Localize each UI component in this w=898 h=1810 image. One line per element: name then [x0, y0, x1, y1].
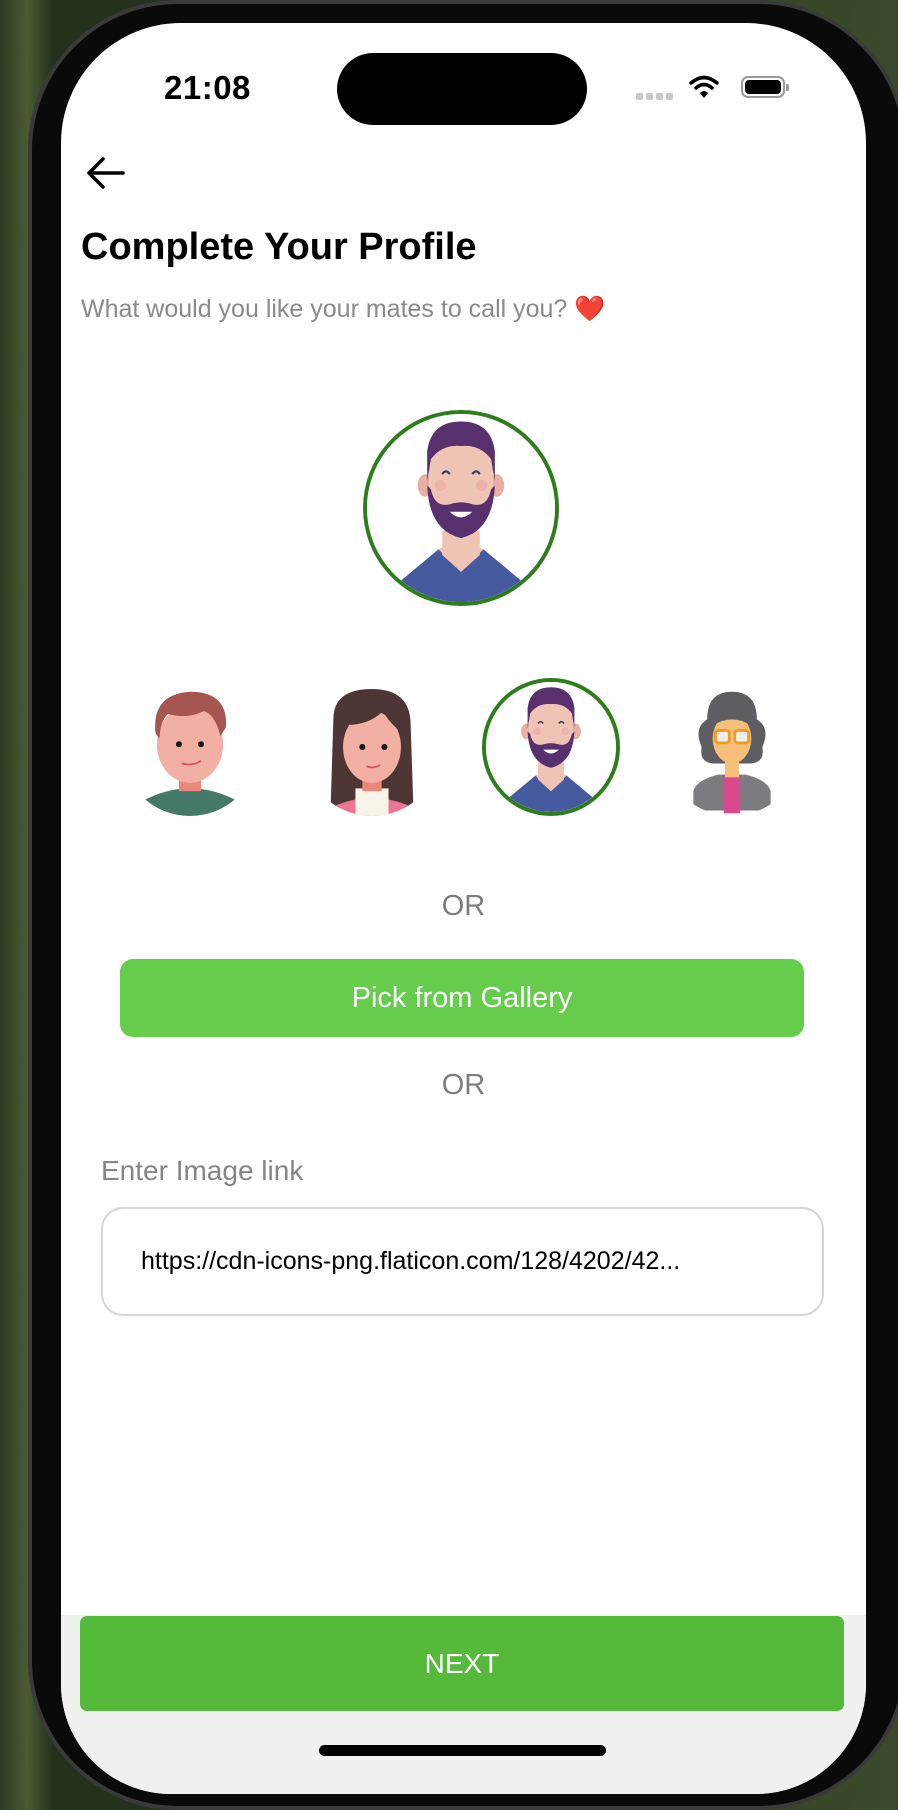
- battery-icon: [741, 76, 789, 98]
- next-button[interactable]: NEXT: [80, 1616, 844, 1711]
- or-separator: OR: [441, 1069, 486, 1101]
- dynamic-island: [337, 53, 587, 125]
- wifi-icon: [689, 75, 719, 98]
- avatar-option-girl[interactable]: [303, 678, 441, 816]
- avatar-option-woman-glasses[interactable]: [663, 678, 801, 816]
- home-indicator[interactable]: [319, 1745, 606, 1756]
- pick-from-gallery-button[interactable]: Pick from Gallery: [120, 959, 804, 1037]
- status-time: 21:08: [164, 69, 251, 106]
- image-link-input[interactable]: https://cdn-icons-png.flaticon.com/128/4…: [101, 1207, 824, 1316]
- cellular-signal-icon: [636, 93, 673, 100]
- avatar-option-boy[interactable]: [121, 678, 259, 816]
- page-subtitle: What would you like your mates to call y…: [81, 295, 605, 324]
- arrow-left-icon[interactable]: [83, 153, 129, 193]
- subtitle-text: What would you like your mates to call y…: [81, 295, 568, 323]
- avatar-option-bearded-man[interactable]: [482, 678, 620, 816]
- heart-icon: ❤️: [574, 295, 606, 323]
- or-separator: OR: [441, 890, 486, 922]
- app-screen: 21:08 Complete Your Profile What would y…: [61, 23, 866, 1794]
- selected-avatar-preview: [363, 410, 559, 606]
- image-link-label: Enter Image link: [101, 1155, 304, 1186]
- page-title: Complete Your Profile: [81, 226, 477, 268]
